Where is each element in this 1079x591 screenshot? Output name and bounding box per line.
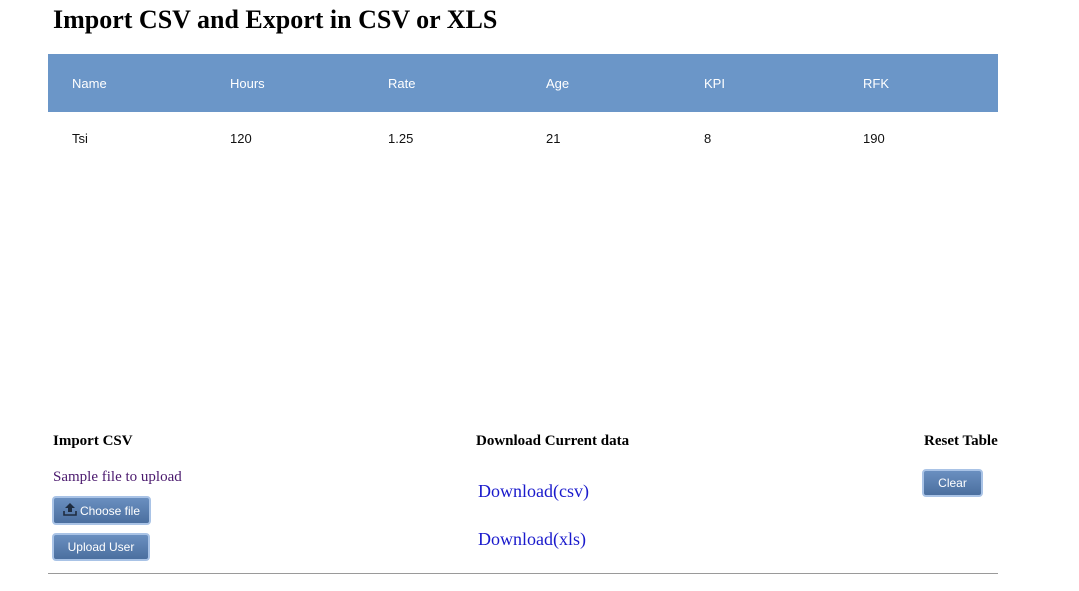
upload-icon [63, 502, 77, 516]
clear-button[interactable]: Clear [922, 469, 983, 497]
upload-user-button[interactable]: Upload User [52, 533, 150, 561]
column-header-hours: Hours [230, 75, 265, 91]
download-current-data-heading: Download Current data [476, 433, 630, 449]
data-table: Name Hours Rate Age KPI RFK Tsi 120 1.25… [48, 54, 998, 164]
column-header-kpi: KPI [704, 75, 725, 91]
bottom-divider [48, 573, 998, 574]
table-cell-name: Tsi [72, 130, 88, 146]
table-cell-kpi: 8 [704, 130, 712, 146]
download-xls-link[interactable]: Download(xls) [478, 529, 586, 550]
table-header-row: Name Hours Rate Age KPI RFK [48, 54, 998, 112]
download-csv-link[interactable]: Download(csv) [478, 481, 589, 502]
choose-file-label: Choose file [79, 503, 141, 518]
column-header-rate: Rate [388, 75, 416, 91]
import-csv-heading: Import CSV [53, 433, 133, 449]
column-header-rfk: RFK [863, 75, 889, 91]
column-header-age: Age [546, 75, 570, 91]
table-cell-hours: 120 [230, 130, 252, 146]
table-row: Tsi 120 1.25 21 8 190 [48, 112, 998, 164]
choose-file-button[interactable]: Choose file [52, 496, 151, 525]
table-cell-rate: 1.25 [388, 130, 414, 146]
sample-file-link[interactable]: Sample file to upload [53, 469, 182, 486]
page-title: Import CSV and Export in CSV or XLS [53, 5, 498, 34]
column-header-name: Name [72, 75, 107, 91]
table-cell-rfk: 190 [863, 130, 885, 146]
reset-table-heading: Reset Table [924, 433, 998, 449]
table-cell-age: 21 [546, 130, 561, 146]
